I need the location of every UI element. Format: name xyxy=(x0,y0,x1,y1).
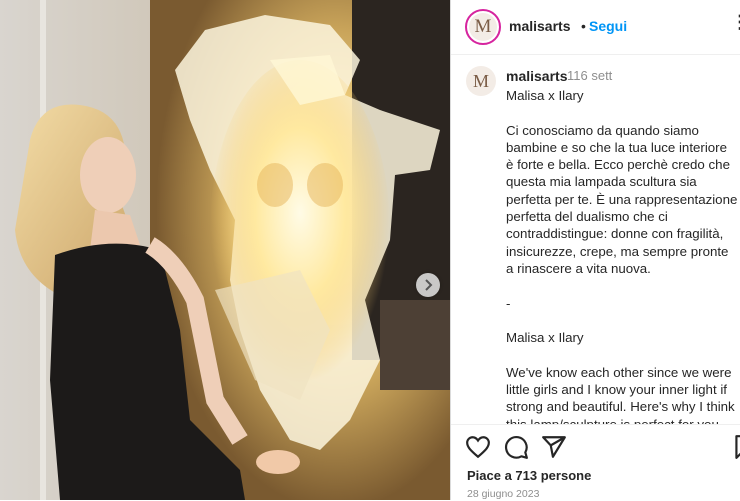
lamp-sculpture-photo xyxy=(0,0,450,500)
more-options-icon[interactable]: ⋮ xyxy=(731,12,740,33)
caption-username[interactable]: malisarts xyxy=(506,68,567,84)
comment-icon[interactable] xyxy=(503,434,529,460)
follow-button[interactable]: Segui xyxy=(589,18,627,34)
post-photo[interactable] xyxy=(0,0,450,500)
post-details-panel: M malisarts • Segui ⋮ M malisarts 116 se… xyxy=(450,0,740,500)
caption-text: Malisa x Ilary Ci conosciamo da quando s… xyxy=(506,88,738,424)
bookmark-icon[interactable] xyxy=(731,434,740,460)
header-username[interactable]: malisarts xyxy=(509,18,570,34)
caption-avatar-letter: M xyxy=(472,70,489,91)
share-icon[interactable] xyxy=(541,434,567,460)
action-bar: Piace a 713 persone 28 giugno 2023 xyxy=(451,424,740,501)
header-separator: • xyxy=(581,18,586,34)
caption-time[interactable]: 116 sett xyxy=(567,68,612,83)
avatar[interactable]: M xyxy=(465,9,501,45)
heart-icon[interactable] xyxy=(465,434,491,460)
avatar-letter: M xyxy=(474,16,492,37)
post-header: M malisarts • Segui ⋮ xyxy=(451,0,740,55)
caption: M malisarts 116 sett Malisa x Ilary Ci c… xyxy=(451,58,740,424)
likes-count[interactable]: Piace a 713 persone xyxy=(467,468,591,483)
next-photo-button[interactable] xyxy=(416,273,440,297)
caption-avatar[interactable]: M xyxy=(466,66,496,96)
post-date[interactable]: 28 giugno 2023 xyxy=(467,488,539,500)
chevron-right-icon xyxy=(425,279,433,291)
